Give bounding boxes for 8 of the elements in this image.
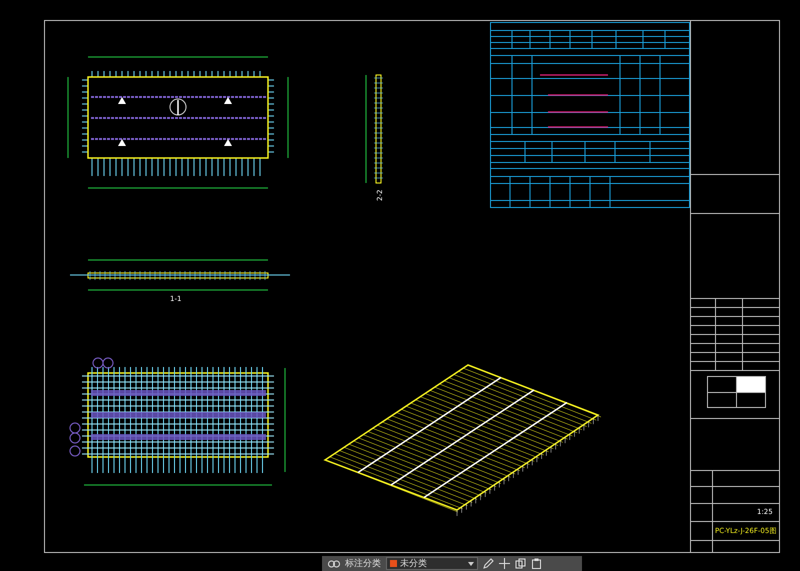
- copy-icon[interactable]: [515, 558, 526, 569]
- edit-icon[interactable]: [483, 558, 494, 569]
- category-dropdown[interactable]: 未分类: [386, 557, 478, 570]
- caret-icon: [468, 562, 474, 566]
- category-label: 标注分类: [345, 558, 381, 570]
- link-icon[interactable]: [328, 560, 340, 568]
- clipboard-icon[interactable]: [531, 558, 542, 569]
- move-icon[interactable]: [499, 558, 510, 569]
